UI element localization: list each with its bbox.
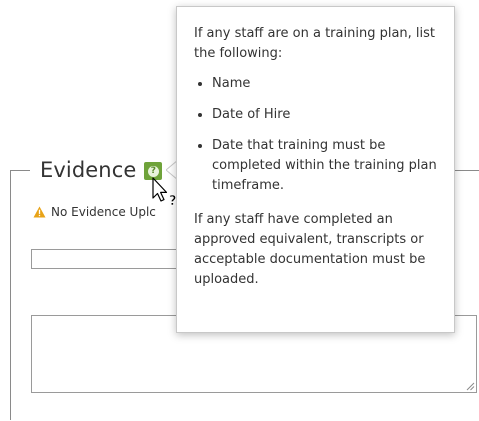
evidence-warning: No Evidence Uplc (33, 205, 156, 219)
question-icon: ? (147, 165, 159, 177)
evidence-text-input[interactable] (31, 249, 184, 269)
warning-triangle-icon (33, 206, 46, 218)
evidence-title: Evidence (40, 158, 137, 182)
tooltip-list-item: Date of Hire (212, 105, 440, 125)
fieldset-border-top-left (10, 170, 30, 171)
tooltip-intro: If any staff are on a training plan, lis… (194, 26, 436, 61)
tooltip-list: Name Date of Hire Date that training mus… (194, 74, 440, 196)
svg-text:?: ? (169, 194, 177, 207)
warning-text: No Evidence Uplc (51, 205, 156, 219)
evidence-legend: Evidence ? (40, 155, 163, 185)
tooltip-outro: If any staff have completed an approved … (194, 212, 426, 287)
help-pointer-cursor-icon: ? (152, 177, 177, 207)
resize-grip-icon[interactable] (466, 382, 475, 391)
tooltip-list-item: Name (212, 74, 440, 94)
tooltip-list-item: Date that training must be completed wit… (212, 136, 440, 196)
page: Evidence ? No Evidence Uplc If any staff… (0, 0, 479, 421)
fieldset-border-left (10, 170, 11, 420)
help-tooltip: If any staff are on a training plan, lis… (176, 6, 455, 333)
